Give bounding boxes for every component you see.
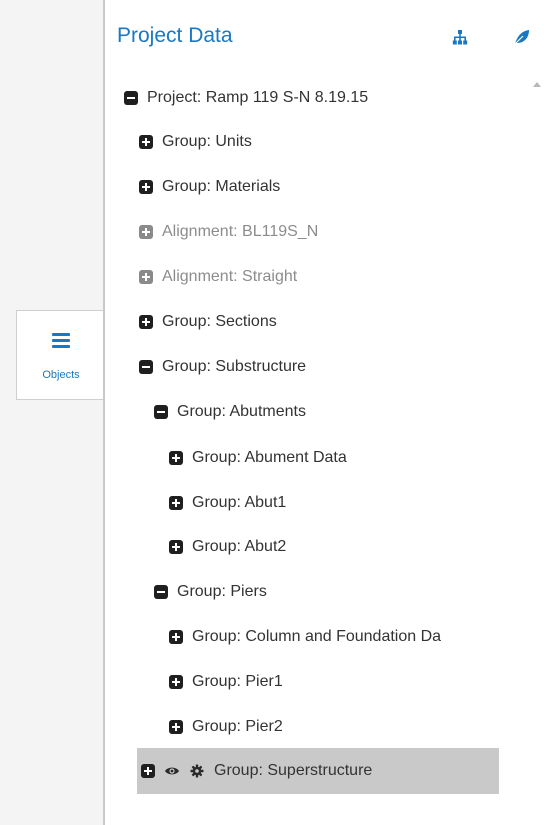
expand-icon[interactable] (139, 315, 153, 329)
expand-icon[interactable] (169, 720, 183, 734)
tree-node-abutment-data[interactable]: Group: Abument Data (169, 443, 347, 473)
tree-node-label: Group: Pier2 (192, 718, 283, 735)
tree-node-label: Group: Sections (162, 313, 277, 330)
expand-icon[interactable] (169, 675, 183, 689)
expand-icon[interactable] (169, 540, 183, 554)
expand-icon[interactable] (139, 135, 153, 149)
tree-node-label: Group: Abut2 (192, 538, 287, 555)
eye-icon[interactable] (164, 765, 180, 777)
expand-icon[interactable] (169, 630, 183, 644)
hamburger-menu-icon (52, 333, 70, 349)
scroll-up-arrow-icon[interactable] (533, 82, 541, 87)
tree-node-superstructure[interactable]: Group: Superstructure (137, 748, 499, 794)
expand-icon[interactable] (139, 270, 153, 284)
tree-node-label: Group: Abutments (177, 403, 306, 420)
tree-node-label: Alignment: BL119S_N (162, 223, 319, 240)
tree-node-label: Group: Pier1 (192, 673, 283, 690)
tree-node-label: Alignment: Straight (162, 268, 298, 285)
expand-icon[interactable] (141, 764, 155, 778)
tree-node-pier2[interactable]: Group: Pier2 (169, 712, 283, 742)
tree-node-label: Group: Superstructure (214, 762, 373, 779)
tree-node-project[interactable]: Project: Ramp 119 S-N 8.19.15 (124, 83, 368, 113)
expand-icon[interactable] (169, 496, 183, 510)
hierarchy-icon[interactable] (451, 28, 469, 46)
tree-node-label: Project: Ramp 119 S-N 8.19.15 (147, 89, 369, 106)
tree-node-label: Group: Units (162, 133, 252, 150)
tree-node-label: Group: Column and Foundation Da (192, 628, 442, 645)
tree-node-label: Group: Piers (177, 583, 267, 600)
tree-node-substructure[interactable]: Group: Substructure (139, 352, 306, 382)
tree-node-piers[interactable]: Group: Piers (154, 577, 267, 607)
tree-node-alignment-bl119[interactable]: Alignment: BL119S_N (139, 217, 318, 247)
tree-node-abut1[interactable]: Group: Abut1 (169, 488, 286, 518)
tree-node-sections[interactable]: Group: Sections (139, 307, 277, 337)
expand-icon[interactable] (169, 451, 183, 465)
leaf-icon[interactable] (513, 28, 531, 46)
collapse-icon[interactable] (154, 585, 168, 599)
tree-node-label: Group: Materials (162, 178, 281, 195)
tree-node-abut2[interactable]: Group: Abut2 (169, 532, 286, 562)
objects-tab[interactable]: Objects (16, 310, 104, 400)
tree-node-column-foundation[interactable]: Group: Column and Foundation Da (169, 622, 541, 652)
tree-node-pier1[interactable]: Group: Pier1 (169, 667, 283, 697)
panel-title: Project Data (117, 24, 233, 47)
tree-node-label: Group: Abument Data (192, 449, 347, 466)
sidebar: Objects (0, 0, 104, 825)
gear-icon[interactable] (190, 764, 204, 778)
tree-node-label: Group: Substructure (162, 358, 307, 375)
collapse-icon[interactable] (139, 360, 153, 374)
collapse-icon[interactable] (154, 405, 168, 419)
tree-node-units[interactable]: Group: Units (139, 127, 252, 157)
expand-icon[interactable] (139, 225, 153, 239)
collapse-icon[interactable] (124, 91, 138, 105)
tree-node-alignment-straight[interactable]: Alignment: Straight (139, 262, 297, 292)
expand-icon[interactable] (139, 180, 153, 194)
tree-node-abutments[interactable]: Group: Abutments (154, 397, 306, 427)
objects-tab-label: Objects (42, 369, 80, 381)
tree-node-label: Group: Abut1 (192, 494, 287, 511)
tree-node-materials[interactable]: Group: Materials (139, 172, 280, 202)
